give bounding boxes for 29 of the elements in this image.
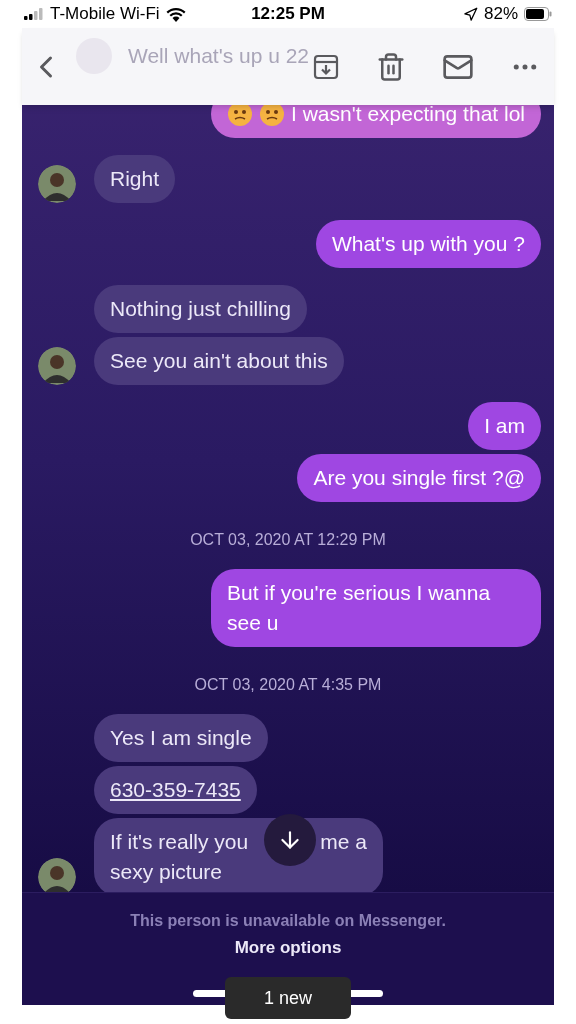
message-text: What's up with you ? — [331, 231, 525, 257]
battery-icon — [524, 7, 552, 21]
message-text: I wasn't expecting that lol — [291, 101, 525, 127]
carrier-label: T-Mobile Wi-Fi — [50, 3, 160, 26]
message-text: I am — [484, 413, 525, 439]
signal-icon — [24, 8, 44, 20]
scroll-down-button[interactable] — [264, 814, 316, 866]
trash-icon[interactable] — [376, 51, 406, 82]
message-text: sexy picture — [110, 859, 224, 885]
archive-icon[interactable] — [312, 52, 340, 81]
message-text: But if you're serious I wanna see u — [227, 580, 492, 636]
message-text: Right — [110, 166, 160, 192]
timestamp: OCT 03, 2020 AT 4:35 PM — [194, 675, 382, 695]
clock: 12:25 PM — [251, 3, 325, 26]
battery-label: 82% — [484, 3, 518, 26]
message-text: See you ain't about this — [110, 348, 328, 374]
unavailable-notice: This person is unavailable on Messenger. — [130, 911, 446, 931]
more-options-link[interactable]: More options — [234, 935, 342, 961]
message-text: If it's really you — [110, 829, 249, 855]
timestamp: OCT 03, 2020 AT 12:29 PM — [190, 530, 386, 550]
message-text: me a — [320, 829, 367, 855]
message-text: Are you single first ?@ — [313, 465, 525, 491]
location-icon — [463, 6, 478, 22]
new-messages-pill[interactable]: 1 new — [225, 977, 351, 1019]
message-text: Nothing just chilling — [110, 296, 291, 322]
phone-link[interactable]: 630-359-7435 — [110, 775, 241, 805]
message-text: Yes I am single — [110, 725, 252, 751]
wifi-icon — [165, 6, 186, 22]
faded-title: Well what's up u 22 — [128, 43, 310, 70]
